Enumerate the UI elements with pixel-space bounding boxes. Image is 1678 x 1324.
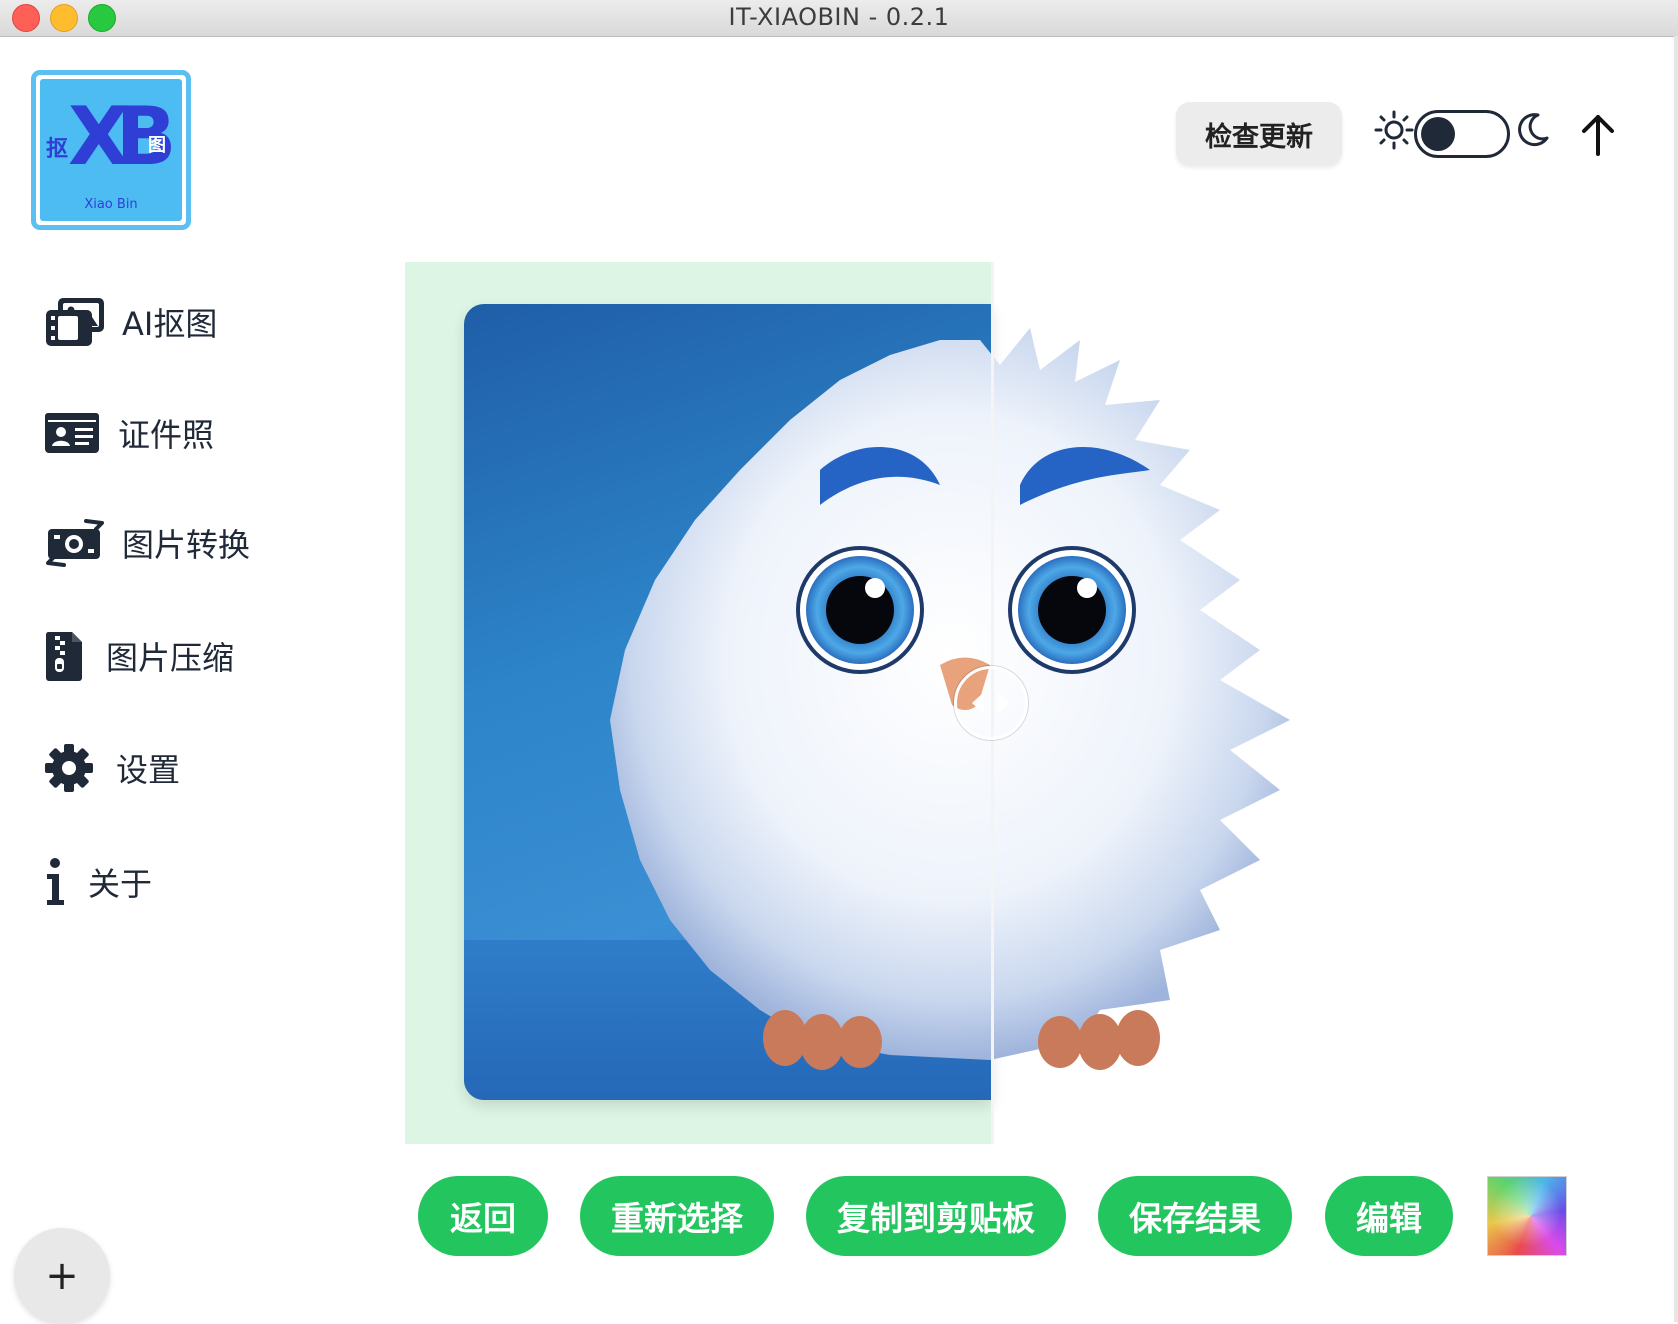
sidebar-item-label: AI抠图 <box>122 305 218 343</box>
id-card-icon <box>44 405 108 461</box>
background-color-picker[interactable] <box>1487 1176 1567 1256</box>
sidebar-item-settings[interactable]: 设置 <box>44 740 180 796</box>
sidebar-item-ai-cutout[interactable]: AI抠图 <box>44 294 217 350</box>
theme-toggle-knob <box>1421 117 1455 151</box>
app-logo: 抠 XB 图 Xiao Bin <box>31 70 191 230</box>
add-button[interactable]: + <box>14 1228 110 1324</box>
sidebar-item-compress[interactable]: 图片压缩 <box>44 628 234 684</box>
sidebar-item-about[interactable]: 关于 <box>44 854 152 910</box>
sidebar-item-label: 设置 <box>116 751 181 789</box>
edit-button[interactable]: 编辑 <box>1325 1176 1453 1256</box>
sidebar-item-label: 图片转换 <box>122 526 251 564</box>
images-icon <box>44 294 108 350</box>
file-zip-icon <box>44 628 92 684</box>
upload-arrow-icon[interactable] <box>1580 112 1616 156</box>
sun-icon <box>1374 110 1414 150</box>
sidebar-item-label: 图片压缩 <box>106 639 235 677</box>
logo-badge: 抠 XB 图 Xiao Bin <box>40 79 182 221</box>
moon-icon <box>1518 113 1549 147</box>
check-update-button[interactable]: 检查更新 <box>1176 102 1342 166</box>
logo-right-char: 图 <box>148 135 166 156</box>
window-edge <box>1674 36 1678 1322</box>
chevron-right-icon <box>998 692 1010 714</box>
logo-subtitle: Xiao Bin <box>84 197 138 212</box>
compare-slider-handle[interactable] <box>954 666 1028 740</box>
theme-toggle[interactable] <box>1414 110 1510 158</box>
sidebar-item-id-photo[interactable]: 证件照 <box>44 405 214 461</box>
title-bar: IT-XIAOBIN - 0.2.1 <box>0 0 1678 37</box>
chevron-left-icon <box>972 692 984 714</box>
save-result-button[interactable]: 保存结果 <box>1098 1176 1292 1256</box>
sidebar-item-label: 关于 <box>88 865 153 903</box>
convert-icon <box>44 515 108 571</box>
copy-to-clipboard-button[interactable]: 复制到剪贴板 <box>806 1176 1066 1256</box>
gear-icon <box>44 740 116 796</box>
app-window: IT-XIAOBIN - 0.2.1 抠 XB 图 Xiao Bin 检查更新 <box>0 0 1678 1324</box>
info-icon <box>44 854 88 910</box>
sidebar-item-label: 证件照 <box>118 416 215 454</box>
sidebar-item-convert[interactable]: 图片转换 <box>44 515 250 571</box>
back-button[interactable]: 返回 <box>418 1176 548 1256</box>
reselect-button[interactable]: 重新选择 <box>580 1176 774 1256</box>
window-title: IT-XIAOBIN - 0.2.1 <box>728 3 950 31</box>
logo-left-char: 抠 <box>46 137 69 162</box>
